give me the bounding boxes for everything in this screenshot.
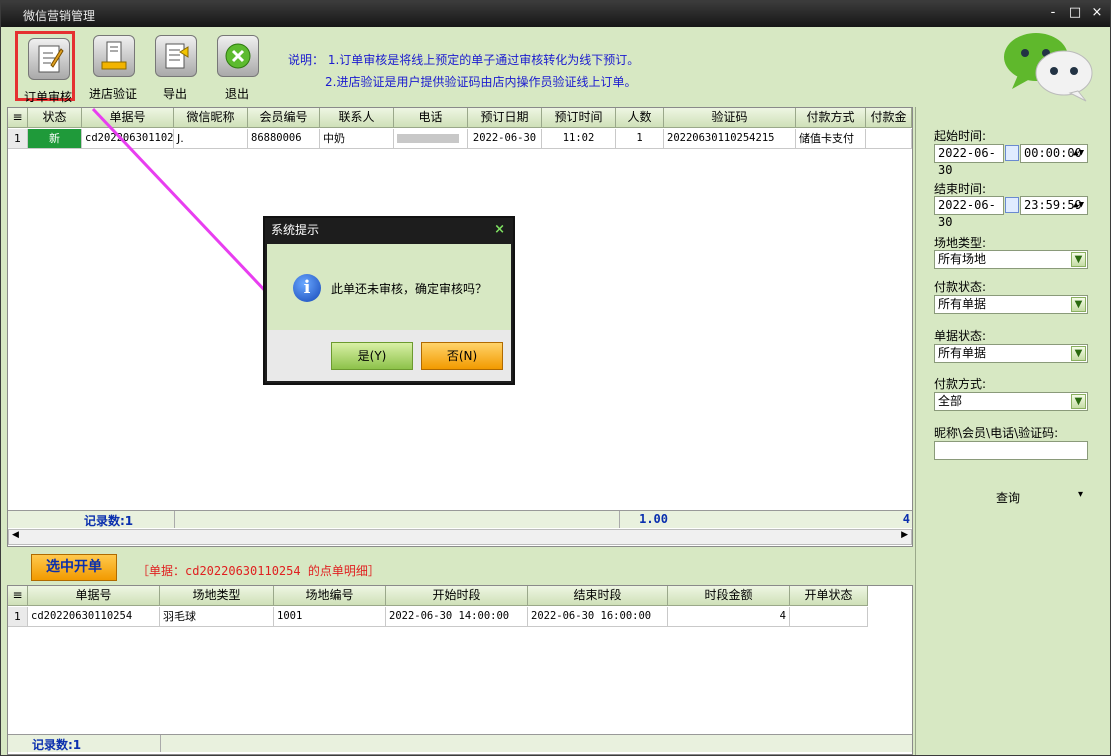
dialog-footer: 是(Y) 否(N) (267, 330, 511, 381)
dialog-title: 系统提示 (271, 223, 320, 237)
dialog-body: i 此单还未审核，确定审核吗？ (267, 244, 511, 330)
confirm-no-button[interactable]: 否(N) (421, 342, 503, 370)
confirm-dialog: 系统提示 × i 此单还未审核，确定审核吗？ 是(Y) 否(N) (263, 216, 515, 385)
info-icon: i (293, 274, 321, 302)
dialog-message: 此单还未审核，确定审核吗？ (331, 282, 488, 296)
app-window: 微信营销管理 - □ × 订单审核 进店验证 导出 退出 说明： 1.订单审核是… (0, 0, 1111, 756)
dialog-close-icon[interactable]: × (494, 222, 505, 237)
annotation-arrow-icon (91, 107, 321, 347)
confirm-yes-button[interactable]: 是(Y) (331, 342, 413, 370)
